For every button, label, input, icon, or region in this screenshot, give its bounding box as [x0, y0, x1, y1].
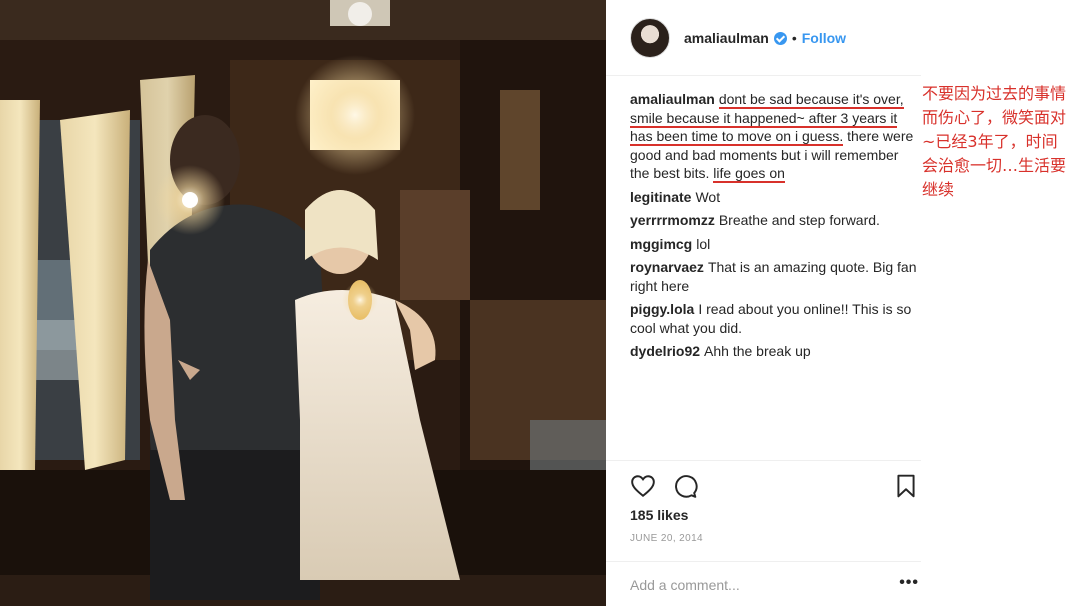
bookmark-icon[interactable] [893, 473, 919, 499]
post-date: JUNE 20, 2014 [630, 533, 704, 544]
caption: amaliaulman dont be sad because it's over… [630, 90, 920, 183]
follow-button[interactable]: Follow [802, 30, 846, 46]
comment-username[interactable]: dydelrio92 [630, 343, 700, 359]
comment-text: Wot [695, 188, 721, 205]
comment-text: Breathe and step forward. [718, 212, 880, 228]
list-item: piggy.lola I read about you online!! This… [630, 300, 920, 337]
comment-text: lol [696, 235, 711, 252]
comment-text: Ahh the break up [704, 343, 811, 359]
comment-username[interactable]: legitinate [630, 189, 691, 205]
caption-text-underlined: life goes on [713, 165, 785, 183]
list-item: roynarvaez That is an amazing quote. Big … [630, 258, 920, 295]
photo-illustration [0, 0, 606, 606]
heart-icon[interactable] [630, 473, 656, 499]
verified-badge-icon [773, 32, 787, 45]
comment-username[interactable]: mggimcg [630, 236, 692, 252]
comment-username[interactable]: piggy.lola [630, 301, 694, 317]
header-username[interactable]: amaliaulman [684, 30, 769, 46]
comment-username[interactable]: yerrrrmomzz [630, 212, 715, 228]
list-item: dydelrio92 Ahh the break up [630, 342, 920, 361]
translation-annotation: 不要因为过去的事情而伤心了，微笑面对~已经3年了，时间会治愈一切…生活要继续 [922, 84, 1067, 199]
likes-count[interactable]: 185 likes [630, 507, 688, 523]
post-panel: amaliaulman • Follow amaliaulman dont be … [606, 0, 921, 606]
avatar[interactable] [630, 17, 670, 58]
list-item: mggimcg lol [630, 235, 920, 254]
comments-list: amaliaulman dont be sad because it's over… [630, 90, 920, 366]
caption-username[interactable]: amaliaulman [630, 91, 715, 107]
post-actions: 185 likes JUNE 20, 2014 ••• [606, 460, 921, 606]
more-options-icon[interactable]: ••• [899, 574, 919, 592]
comment-username[interactable]: roynarvaez [630, 259, 704, 275]
comment-icon[interactable] [672, 473, 698, 499]
action-icons [630, 473, 698, 499]
add-comment-input[interactable] [630, 574, 870, 596]
list-item: yerrrrmomzz Breathe and step forward. [630, 211, 920, 230]
separator-dot: • [791, 29, 797, 46]
list-item: legitinate Wot [630, 188, 920, 207]
post-photo [0, 0, 606, 606]
post-header: amaliaulman • Follow [606, 0, 921, 76]
add-comment-section: ••• [606, 561, 921, 606]
